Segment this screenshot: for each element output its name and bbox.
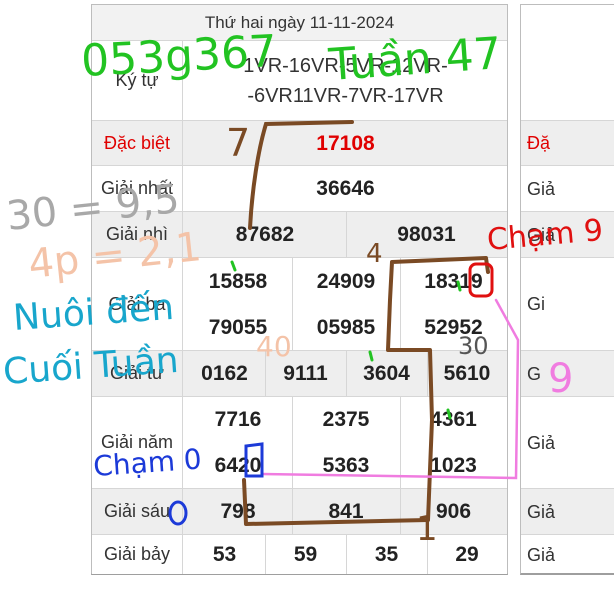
note-week: Tuần 47 xyxy=(326,28,503,91)
note-seven: 7 xyxy=(226,121,250,165)
note-forty: 40 xyxy=(256,330,292,363)
blue-mark-9 xyxy=(244,442,264,478)
note-one: 1 xyxy=(416,509,438,549)
note-cham-9: Chạm 9 xyxy=(486,213,605,258)
note-four: 4 xyxy=(366,239,383,269)
blue-circle-0 xyxy=(168,500,188,526)
note-nine: 9 xyxy=(548,356,573,402)
note-thirty: 30 xyxy=(458,332,489,360)
brown-connector-line xyxy=(248,120,354,230)
note-cuoi: Cuối Tuần xyxy=(2,340,180,393)
handwriting-overlay: 053g367 Tuần 47 7 30 = 9,5 4p = 2,1 Nuôi… xyxy=(2,26,605,549)
note-code: 053g367 xyxy=(80,26,278,87)
note-cham-0: Chạm 0 xyxy=(92,442,202,482)
note-nuoi: Nuôi đến xyxy=(12,287,176,339)
brown-loop-box xyxy=(242,256,490,526)
